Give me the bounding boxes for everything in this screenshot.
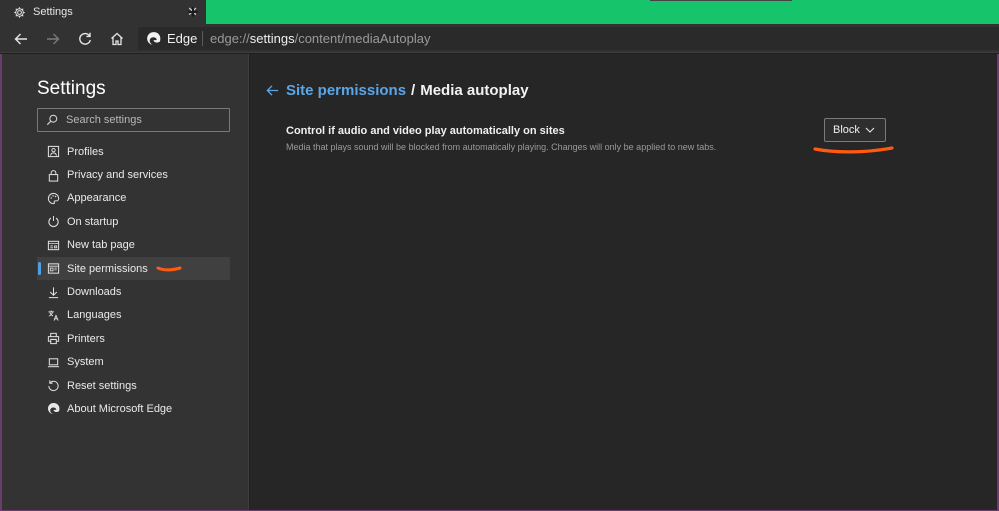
sidebar-item-label: Profiles [67, 145, 104, 158]
forward-button[interactable] [42, 28, 64, 50]
back-button[interactable] [10, 28, 32, 50]
url-path: /content/mediaAutoplay [294, 31, 431, 46]
breadcrumb-current: Media autoplay [420, 81, 529, 99]
breadcrumb-site-permissions-link[interactable]: Site permissions [286, 82, 406, 99]
main-content: Site permissions / Media autoplay Contro… [250, 54, 999, 511]
tab-strip: Settings ✕ + [0, 0, 999, 24]
sidebar-item-on-startup[interactable]: On startup [37, 210, 230, 233]
home-button[interactable] [106, 28, 128, 50]
sidebar-item-label: System [67, 356, 104, 369]
refresh-icon [79, 32, 91, 45]
settings-sidebar: Settings Profiles Privacy and services A… [0, 54, 249, 511]
reset-icon [46, 379, 60, 393]
sidebar-item-label: Privacy and services [67, 169, 168, 182]
sidebar-item-new-tab-page[interactable]: New tab page [37, 234, 230, 257]
lock-icon [46, 168, 60, 182]
url-text[interactable]: edge://settings/content/mediaAutoplay [210, 31, 430, 46]
address-divider [202, 31, 203, 46]
sidebar-item-label: Printers [67, 332, 105, 345]
edge-brand-label: Edge [167, 31, 198, 46]
sidebar-item-profiles[interactable]: Profiles [37, 140, 230, 163]
sidebar-item-privacy[interactable]: Privacy and services [37, 163, 230, 186]
sidebar-item-label: Appearance [67, 192, 127, 205]
download-icon [46, 285, 60, 299]
breadcrumb-separator: / [411, 81, 416, 99]
sidebar-item-label: Site permissions [67, 262, 148, 275]
palette-icon [46, 191, 60, 205]
gear-icon [12, 5, 26, 19]
tab-strip-divider [650, 0, 792, 1]
annotation-underline-sidebar [156, 266, 182, 272]
setting-description: Media that plays sound will be blocked f… [286, 142, 717, 152]
search-box[interactable] [37, 108, 230, 132]
site-identity-chip[interactable]: Edge [146, 30, 197, 47]
url-host: settings [249, 31, 295, 46]
sidebar-item-downloads[interactable]: Downloads [37, 280, 230, 303]
setting-title: Control if audio and video play automati… [286, 125, 565, 137]
page-title: Settings [37, 78, 106, 99]
home-icon [111, 32, 123, 46]
languages-icon [46, 308, 60, 322]
sidebar-item-label: New tab page [67, 239, 135, 252]
laptop-icon [46, 355, 60, 369]
chevron-down-icon [865, 127, 875, 133]
refresh-button[interactable] [74, 28, 96, 50]
edge-logo-icon [46, 402, 60, 416]
tab-title: Settings [33, 6, 73, 18]
autoplay-dropdown[interactable]: Block [824, 118, 886, 142]
sidebar-item-label: Reset settings [67, 379, 137, 392]
annotation-underline-dropdown [813, 146, 894, 154]
new-tab-icon [46, 238, 60, 252]
address-bar[interactable]: Edge edge://settings/content/mediaAutopl… [138, 27, 999, 50]
sidebar-item-about[interactable]: About Microsoft Edge [37, 397, 230, 420]
sidebar-item-reset-settings[interactable]: Reset settings [37, 374, 230, 397]
search-input[interactable] [66, 114, 216, 126]
new-tab-button[interactable]: + [182, 2, 204, 22]
sidebar-item-languages[interactable]: Languages [37, 304, 230, 327]
search-icon [46, 114, 58, 126]
printer-icon [46, 332, 60, 346]
url-scheme: edge:// [210, 31, 250, 46]
back-arrow-icon[interactable] [263, 81, 281, 99]
sidebar-item-label: Downloads [67, 286, 122, 299]
power-icon [46, 215, 60, 229]
settings-nav: Profiles Privacy and services Appearance… [37, 140, 230, 421]
sidebar-item-system[interactable]: System [37, 351, 230, 374]
arrow-right-icon [47, 33, 60, 45]
window-left-border [0, 54, 2, 511]
breadcrumb: Site permissions / Media autoplay [263, 81, 529, 99]
tab-settings[interactable]: Settings ✕ [0, 0, 206, 24]
browser-toolbar: Edge edge://settings/content/mediaAutopl… [0, 24, 999, 53]
sidebar-item-label: About Microsoft Edge [67, 402, 173, 415]
profile-icon [46, 145, 60, 159]
site-permissions-icon [46, 262, 60, 276]
sidebar-item-printers[interactable]: Printers [37, 327, 230, 350]
dropdown-value: Block [833, 124, 860, 136]
sidebar-item-appearance[interactable]: Appearance [37, 187, 230, 210]
edge-logo-icon [147, 32, 161, 45]
arrow-left-icon [14, 33, 27, 45]
sidebar-item-label: Languages [67, 309, 122, 322]
sidebar-item-site-permissions[interactable]: Site permissions [37, 256, 230, 281]
sidebar-item-label: On startup [67, 215, 119, 228]
